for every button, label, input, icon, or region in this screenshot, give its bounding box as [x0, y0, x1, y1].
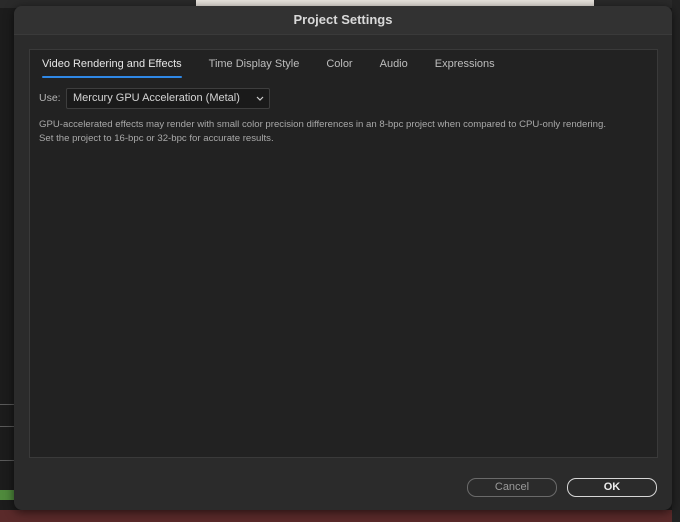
ok-button[interactable]: OK — [567, 478, 657, 497]
cancel-button[interactable]: Cancel — [467, 478, 557, 497]
description-line-1: GPU-accelerated effects may render with … — [39, 119, 607, 130]
tab-bar: Video Rendering and Effects Time Display… — [42, 56, 522, 78]
background-right-panel — [672, 0, 680, 522]
use-label: Use: — [39, 92, 61, 104]
tab-video-rendering-and-effects[interactable]: Video Rendering and Effects — [42, 56, 182, 78]
tab-time-display-style[interactable]: Time Display Style — [209, 56, 300, 78]
tab-color[interactable]: Color — [326, 56, 352, 78]
background-red-track — [0, 510, 680, 522]
chevron-down-icon — [255, 89, 265, 108]
tab-expressions[interactable]: Expressions — [435, 56, 495, 78]
project-settings-dialog: Project Settings Video Rendering and Eff… — [14, 6, 672, 510]
description-line-2: Set the project to 16-bpc or 32-bpc for … — [39, 133, 274, 144]
renderer-select[interactable]: Mercury GPU Acceleration (Metal) — [66, 88, 270, 109]
renderer-select-value: Mercury GPU Acceleration (Metal) — [73, 92, 240, 104]
gpu-description: GPU-accelerated effects may render with … — [39, 118, 654, 146]
tab-audio[interactable]: Audio — [380, 56, 408, 78]
dialog-title: Project Settings — [14, 6, 672, 35]
settings-panel: Video Rendering and Effects Time Display… — [29, 49, 658, 458]
